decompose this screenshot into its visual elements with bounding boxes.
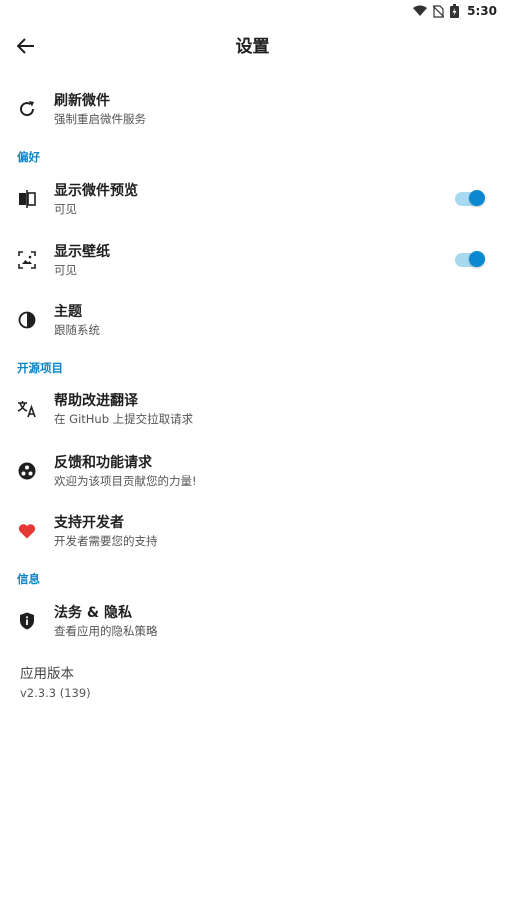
refresh-title: 刷新微件 [54,93,110,109]
translate-title: 帮助改进翻译 [54,393,138,409]
support-subtitle: 开发者需要您的支持 [54,534,158,548]
section-info: 信息 [17,572,40,586]
status-bar: 5:30 [0,0,505,22]
section-open-source: 开源项目 [17,361,63,375]
feedback-item[interactable]: 反馈和功能请求 欢迎为该项目贡献您的力量! [0,446,505,496]
toggle-thumb [469,251,485,267]
legal-privacy-item[interactable]: 法务 & 隐私 查看应用的隐私策略 [0,596,505,646]
shield-info-icon [17,611,37,631]
app-version-label: 应用版本 [20,666,74,682]
theme-item[interactable]: 主题 跟随系统 [0,295,505,345]
page-title: 设置 [235,37,270,57]
feedback-icon [17,461,37,481]
refresh-widgets-item[interactable]: 刷新微件 强制重启微件服务 [0,84,505,134]
wallpaper-subtitle: 可见 [54,263,77,277]
wifi-icon [413,5,428,17]
app-version-value: v2.3.3 (139) [20,686,91,700]
translate-item[interactable]: 帮助改进翻译 在 GitHub 上提交拉取请求 [0,384,505,434]
feedback-subtitle: 欢迎为该项目贡献您的力量! [54,474,197,488]
theme-subtitle: 跟随系统 [54,323,100,337]
toggle-thumb [469,190,485,206]
wallpaper-icon [17,250,37,270]
show-wallpaper-item[interactable]: 显示壁纸 可见 [0,235,505,285]
preview-subtitle: 可见 [54,202,77,216]
battery-charging-icon [450,4,460,18]
legal-subtitle: 查看应用的隐私策略 [54,624,158,638]
preview-toggle[interactable] [455,190,485,208]
refresh-icon [17,99,37,119]
wallpaper-toggle[interactable] [455,251,485,269]
app-bar: 设置 [0,22,505,68]
wallpaper-title: 显示壁纸 [54,244,110,260]
support-title: 支持开发者 [54,515,124,531]
app-version: 应用版本 v2.3.3 (139) [20,662,91,700]
show-widget-preview-item[interactable]: 显示微件预览 可见 [0,174,505,224]
no-sim-icon [433,4,445,18]
translate-icon [17,399,37,419]
contrast-icon [17,310,37,330]
compare-icon [17,189,37,209]
support-developer-item[interactable]: 支持开发者 开发者需要您的支持 [0,506,505,556]
legal-title: 法务 & 隐私 [54,605,132,621]
translate-subtitle: 在 GitHub 上提交拉取请求 [54,412,194,426]
feedback-title: 反馈和功能请求 [54,455,152,471]
status-time: 5:30 [467,4,497,18]
preview-title: 显示微件预览 [54,183,138,199]
section-preferences: 偏好 [17,150,40,164]
heart-icon [17,521,37,541]
theme-title: 主题 [54,304,82,320]
refresh-subtitle: 强制重启微件服务 [54,112,146,126]
